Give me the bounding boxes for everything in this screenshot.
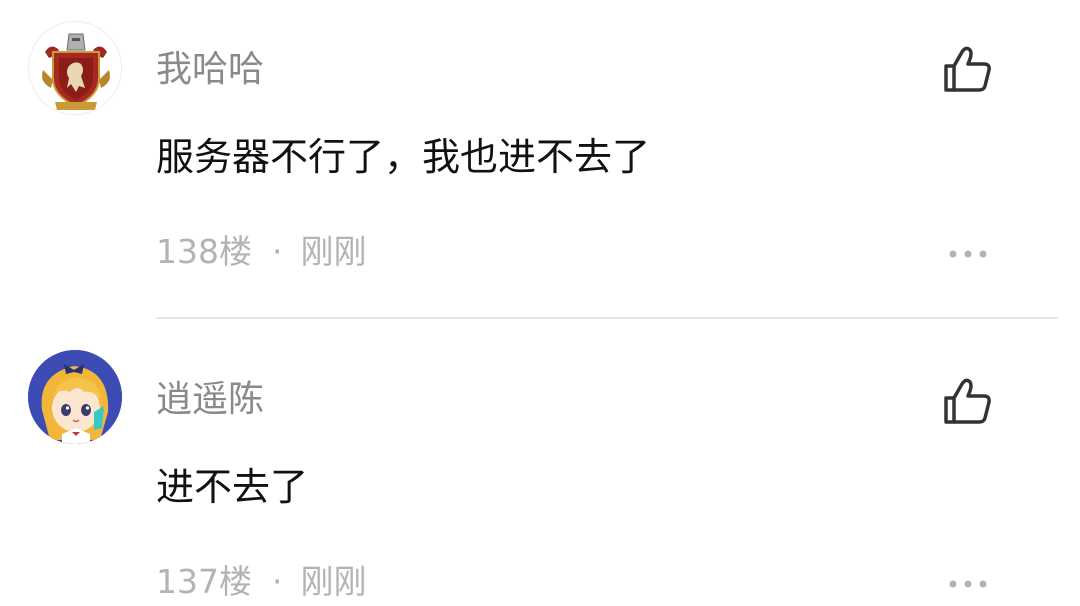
house-crest-avatar-icon [30,23,121,114]
more-options-icon[interactable] [946,577,990,591]
meta-separator: · [272,562,283,601]
avatar[interactable] [28,21,122,115]
anime-girl-avatar-icon [28,350,122,444]
comment-text: 进不去了 [156,465,309,509]
comment-text: 服务器不行了，我也进不去了 [156,135,651,179]
username[interactable]: 逍遥陈 [156,378,264,422]
comment-item: 逍遥陈 进不去了 137楼 · 刚刚 [0,330,1080,606]
floor-number: 138楼 [156,232,252,271]
comment-divider [156,317,1058,319]
comment-time: 刚刚 [300,232,367,271]
floor-number: 137楼 [156,562,252,601]
comment-time: 刚刚 [300,562,367,601]
thumbs-up-icon[interactable] [940,42,994,96]
meta-separator: · [272,232,283,271]
more-options-icon[interactable] [946,247,990,261]
comment-item: 我哈哈 服务器不行了，我也进不去了 138楼 · 刚刚 [0,0,1080,330]
avatar[interactable] [28,350,122,444]
username[interactable]: 我哈哈 [156,48,264,92]
thumbs-up-icon[interactable] [940,374,994,428]
comment-meta: 138楼 · 刚刚 [156,232,367,272]
comment-meta: 137楼 · 刚刚 [156,562,367,602]
